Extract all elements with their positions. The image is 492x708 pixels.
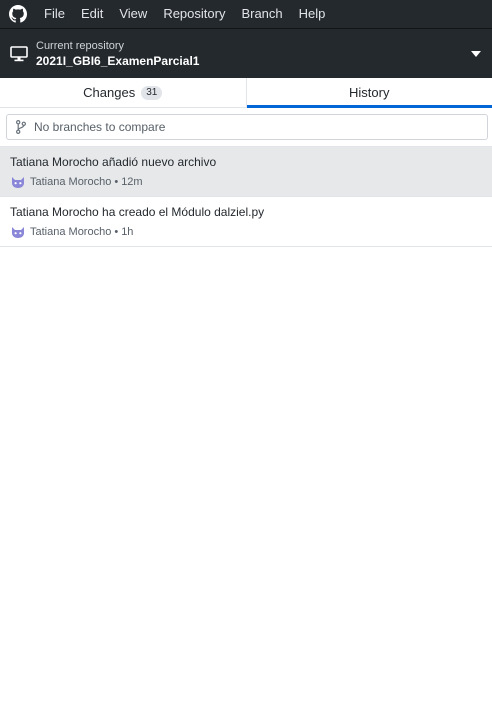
git-branch-icon — [15, 120, 27, 134]
commit-list: Tatiana Morocho añadió nuevo archivo Tat… — [0, 147, 492, 247]
desktop-computer-icon — [10, 45, 28, 63]
commit-list-item[interactable]: Tatiana Morocho añadió nuevo archivo Tat… — [0, 147, 492, 197]
repository-caption: Current repository — [36, 39, 125, 52]
compare-branch-placeholder: No branches to compare — [34, 120, 166, 134]
tab-history-label: History — [349, 85, 390, 100]
changes-count-badge: 31 — [141, 85, 163, 100]
commit-time: 1h — [121, 226, 134, 238]
tab-history[interactable]: History — [246, 78, 492, 108]
commit-meta: Tatiana Morocho • 12m — [10, 174, 482, 190]
compare-branch-area: No branches to compare — [0, 108, 492, 147]
menu-edit[interactable]: Edit — [73, 0, 111, 28]
repository-info: Current repository 2021I_GBI6_ExamenParc… — [36, 39, 468, 69]
menu-view[interactable]: View — [111, 0, 155, 28]
commit-separator: • — [114, 226, 119, 238]
tab-changes[interactable]: Changes 31 — [0, 78, 247, 107]
menu-branch[interactable]: Branch — [233, 0, 290, 28]
commit-title: Tatiana Morocho añadió nuevo archivo — [10, 155, 217, 169]
commit-author: Tatiana Morocho — [30, 176, 112, 188]
github-icon — [8, 4, 28, 24]
octocat-avatar-icon — [10, 224, 26, 240]
commit-title: Tatiana Morocho ha creado el Módulo dalz… — [10, 205, 265, 219]
octocat-avatar-icon — [10, 174, 26, 190]
repository-selector[interactable]: Current repository 2021I_GBI6_ExamenParc… — [0, 28, 492, 78]
repository-name: 2021I_GBI6_ExamenParcial1 — [36, 53, 200, 68]
commit-meta: Tatiana Morocho • 1h — [10, 224, 482, 240]
commit-list-item[interactable]: Tatiana Morocho ha creado el Módulo dalz… — [0, 197, 492, 247]
caret-down-icon[interactable] — [468, 46, 484, 62]
tab-bar: Changes 31 History — [0, 78, 492, 108]
menu-help[interactable]: Help — [291, 0, 334, 28]
commit-separator: • — [114, 176, 119, 188]
tab-changes-label: Changes — [83, 85, 136, 100]
commit-author: Tatiana Morocho — [30, 226, 112, 238]
commit-time: 12m — [121, 176, 143, 188]
menu-repository[interactable]: Repository — [155, 0, 233, 28]
menu-file[interactable]: File — [36, 0, 73, 28]
compare-branch-input[interactable]: No branches to compare — [6, 114, 488, 140]
menu-bar: File Edit View Repository Branch Help — [0, 0, 492, 28]
